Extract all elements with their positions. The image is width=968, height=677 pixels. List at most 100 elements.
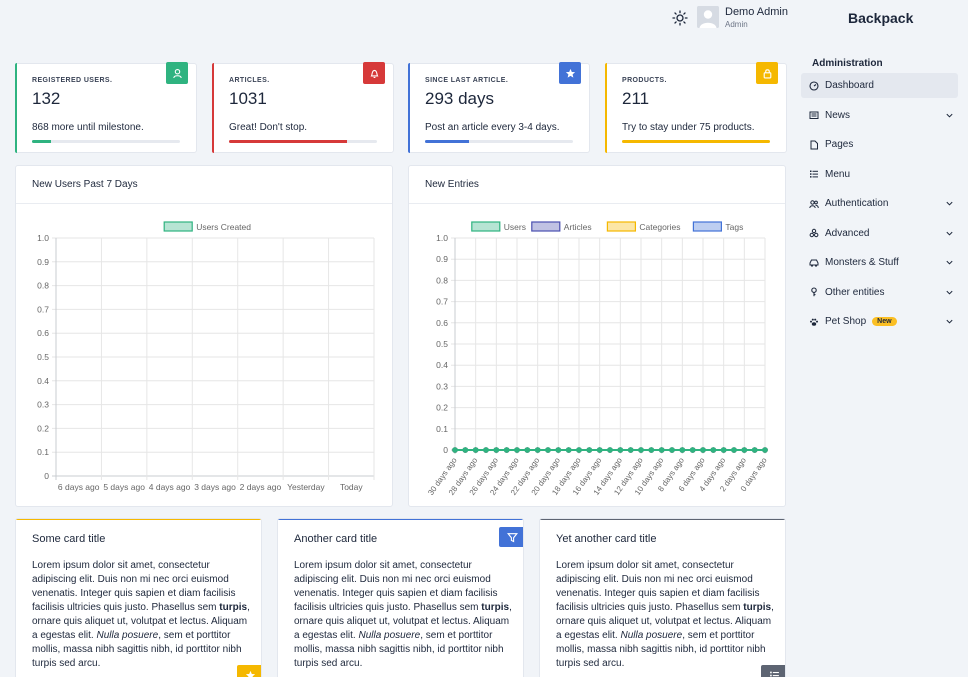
avatar[interactable] <box>697 6 719 28</box>
stat-description: Great! Don't stop. <box>229 122 308 133</box>
progress-bar <box>32 140 180 143</box>
stat-label: ARTICLES. <box>229 77 270 84</box>
top-bar: Demo Admin Admin Backpack <box>0 0 968 36</box>
data-point <box>751 447 758 453</box>
y-tick-label: 0.4 <box>436 360 448 370</box>
card-title: Some card title <box>32 533 106 545</box>
legend-label: Articles <box>564 222 592 232</box>
user-role: Admin <box>725 20 748 29</box>
y-tick-label: 1.0 <box>37 233 49 243</box>
content-card: Yet another card title Lorem ipsum dolor… <box>539 518 786 677</box>
body-text: Lorem ipsum dolor sit amet, consectetur … <box>32 560 236 613</box>
data-point <box>576 447 582 453</box>
progress-bar <box>622 140 770 143</box>
stat-label: REGISTERED USERS. <box>32 77 113 84</box>
data-point <box>565 447 572 453</box>
legend-swatch <box>531 221 561 232</box>
stat-description: Post an article every 3-4 days. <box>425 122 560 133</box>
sidebar-item-label: Authentication <box>825 198 889 209</box>
cogs-icon <box>809 228 819 238</box>
data-point <box>638 447 644 453</box>
y-tick-label: 0.6 <box>37 328 49 338</box>
stat-card: ARTICLES. 1031 Great! Don't stop. <box>212 62 394 153</box>
new-badge: New <box>872 317 897 326</box>
data-point <box>607 447 613 453</box>
card-body: Lorem ipsum dolor sit amet, consectetur … <box>294 559 512 671</box>
stat-description: Try to stay under 75 products. <box>622 122 755 133</box>
list-icon <box>761 665 785 677</box>
chevron-down-icon <box>945 317 954 326</box>
user-name[interactable]: Demo Admin <box>725 6 788 18</box>
legend-swatch <box>606 221 636 232</box>
data-point <box>483 447 489 453</box>
sidebar-item-menu[interactable]: Menu <box>801 162 958 187</box>
sidebar-item-news[interactable]: News <box>801 103 958 128</box>
sidebar-item-pet-shop[interactable]: Pet Shop New <box>801 309 958 334</box>
data-point <box>679 447 686 453</box>
stat-value: 1031 <box>229 89 267 108</box>
sidebar-item-other-entities[interactable]: Other entities <box>801 280 958 305</box>
sidebar-item-monsters-stuff[interactable]: Monsters & Stuff <box>801 250 958 275</box>
users-chart: Users Created 1.0 0.9 0.8 0.7 0.6 0.5 0.4 0.3 0.2… <box>37 221 375 492</box>
body-text: Lorem ipsum dolor sit amet, consectetur … <box>294 560 498 613</box>
card-body: Lorem ipsum dolor sit amet, consectetur … <box>32 559 250 671</box>
chevron-down-icon <box>945 229 954 238</box>
data-point <box>462 447 469 453</box>
stat-value: 211 <box>622 89 650 108</box>
stat-card: PRODUCTS. 211 Try to stay under 75 produ… <box>605 62 787 153</box>
lock-icon <box>756 62 778 84</box>
progress-bar <box>229 140 377 143</box>
stat-label: PRODUCTS. <box>622 77 667 84</box>
y-tick-label: 0.2 <box>37 423 49 433</box>
entries-chart: Users Articles Categories Tags 1.0 0.9 0.8 0.7 0… <box>426 221 769 497</box>
card-body: Lorem ipsum dolor sit amet, consectetur … <box>556 559 774 671</box>
chevron-down-icon <box>945 199 954 208</box>
users-icon <box>809 199 819 209</box>
data-point <box>493 447 500 453</box>
sidebar-item-advanced[interactable]: Advanced <box>801 221 958 246</box>
data-point <box>617 447 624 453</box>
y-tick-label: 0.5 <box>436 339 448 349</box>
data-point <box>762 447 768 453</box>
legend-label: Users <box>504 222 526 232</box>
sidebar-item-authentication[interactable]: Authentication <box>801 191 958 216</box>
chevron-down-icon <box>945 111 954 120</box>
card-accent <box>408 63 410 153</box>
stat-description: 868 more until milestone. <box>32 122 144 133</box>
sidebar-item-pages[interactable]: Pages <box>801 132 958 157</box>
y-tick-label: 0.9 <box>37 257 49 267</box>
chart-title: New Users Past 7 Days <box>32 179 138 190</box>
sidebar-item-label: News <box>825 109 851 121</box>
sidebar-item-dashboard[interactable]: Dashboard <box>801 73 958 98</box>
list-icon <box>809 169 819 179</box>
legend-label: Tags <box>725 222 743 232</box>
legend-label: Categories <box>639 222 680 232</box>
sun-icon[interactable] <box>672 10 688 26</box>
card-accent <box>540 519 785 520</box>
sidebar-item-label: Monsters & Stuff <box>825 257 899 268</box>
data-point <box>689 447 696 453</box>
data-point <box>586 447 593 453</box>
y-tick-label: 0 <box>44 471 49 481</box>
y-tick-label: 0.5 <box>37 352 49 362</box>
stat-card: REGISTERED USERS. 132 868 more until mil… <box>15 62 197 153</box>
star-icon <box>237 665 261 677</box>
paw-icon <box>809 317 819 327</box>
card-accent <box>15 63 17 153</box>
brand-logo[interactable]: Backpack <box>848 10 913 26</box>
sidebar-item-label: Pages <box>825 139 854 150</box>
user-icon <box>166 62 188 84</box>
data-point <box>700 447 706 453</box>
y-tick-label: 0.1 <box>436 424 448 434</box>
y-tick-label: 0.8 <box>37 281 49 291</box>
gauge-icon <box>809 80 819 91</box>
x-tick-label: 4 days ago <box>149 482 191 492</box>
bold-text: turpis <box>743 602 772 613</box>
stat-value: 293 days <box>425 89 494 108</box>
data-point <box>534 447 541 453</box>
data-point <box>731 447 737 453</box>
sidebar-item-label: Advanced <box>825 227 870 239</box>
data-point <box>545 447 551 453</box>
data-point <box>720 447 727 453</box>
italic-text: Nulla posuere <box>620 630 683 641</box>
